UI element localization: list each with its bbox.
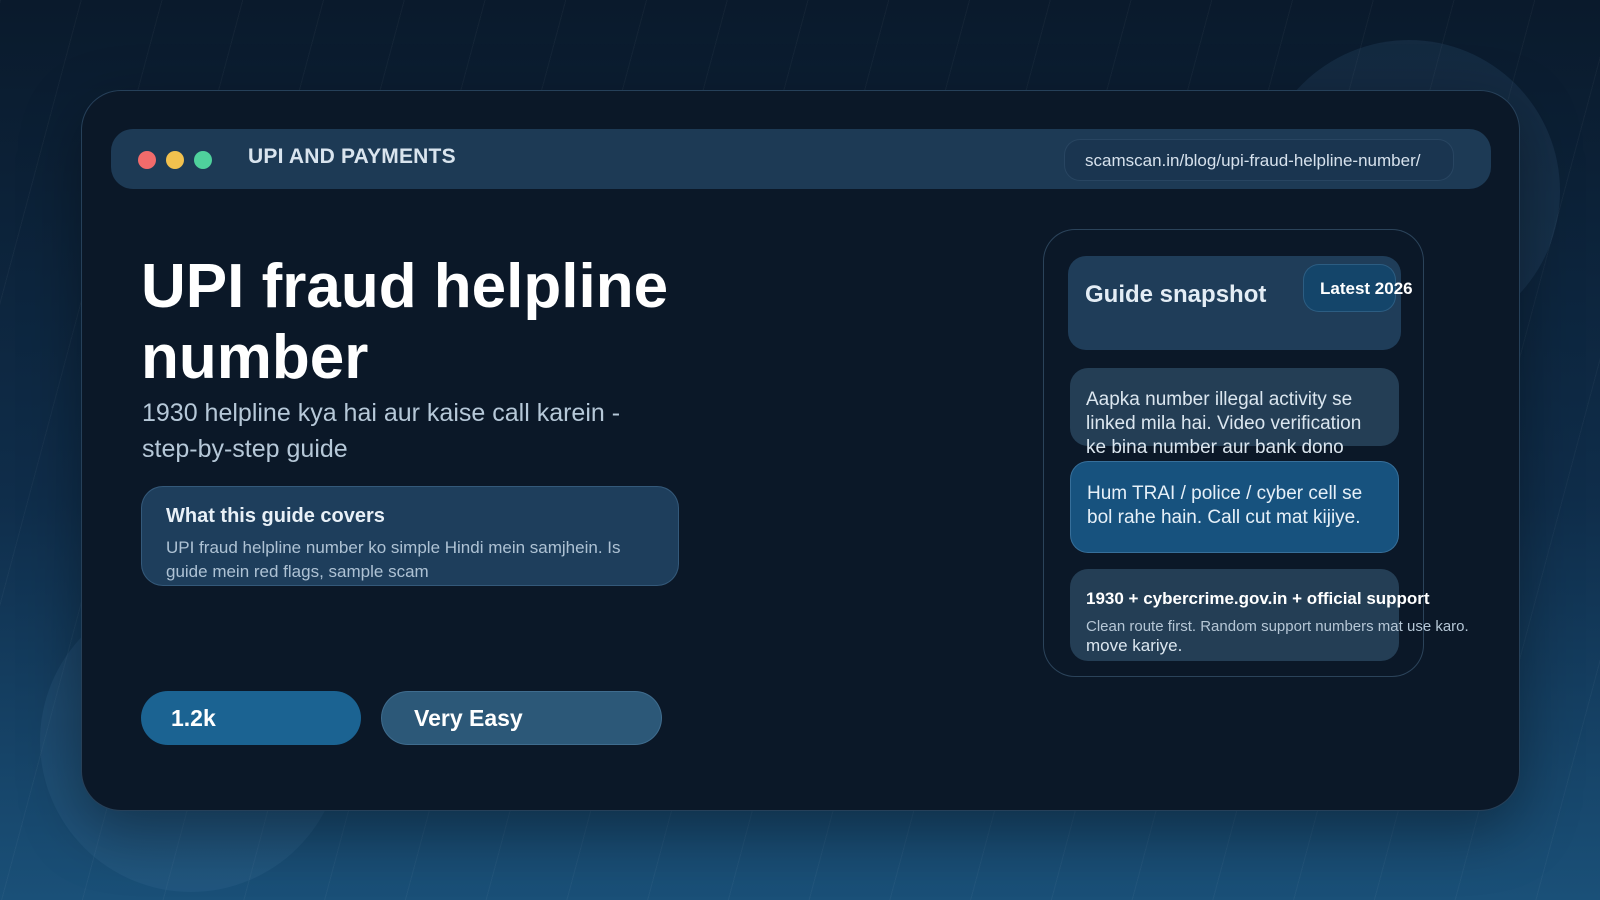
covers-text: UPI fraud helpline number ko simple Hind… [166, 538, 621, 581]
scam-message-card: Aapka number illegal activity se linked … [1070, 368, 1399, 458]
page-title: UPI fraud helpline number [141, 252, 669, 392]
latest-badge: Latest 2026 [1303, 264, 1413, 312]
official-route-subtitle: Clean route first. Random support number… [1086, 618, 1469, 635]
url-bar[interactable]: scamscan.in/blog/upi-fraud-helpline-numb… [1064, 139, 1454, 181]
page-subtitle: 1930 helpline kya hai aur kaise call kar… [142, 399, 621, 463]
minimize-window-dot[interactable] [166, 151, 184, 169]
difficulty-chip: Very Easy [381, 691, 662, 745]
category-label: UPI AND PAYMENTS [248, 145, 456, 168]
guide-snapshot-panel: Guide snapshot Latest 2026 Aapka number … [1043, 229, 1469, 677]
covers-title: What this guide covers [166, 505, 385, 527]
snapshot-title: Guide snapshot [1085, 281, 1267, 308]
scam-message-text: Aapka number illegal activity se linked … [1086, 389, 1362, 458]
scam-message-text: Hum TRAI / police / cyber cell se bol ra… [1087, 483, 1363, 528]
snapshot-header: Guide snapshot Latest 2026 [1068, 256, 1413, 350]
views-chip: 1.2k [141, 691, 361, 745]
official-route-card: 1930 + cybercrime.gov.in + official supp… [1070, 569, 1469, 661]
official-route-tail: move kariye. [1086, 636, 1183, 655]
window-toolbar: UPI AND PAYMENTS scamscan.in/blog/upi-fr… [111, 129, 1491, 189]
scam-message-card-highlight: Hum TRAI / police / cyber cell se bol ra… [1070, 461, 1399, 553]
main-card: UPI AND PAYMENTS scamscan.in/blog/upi-fr… [81, 90, 1520, 811]
official-route-title: 1930 + cybercrime.gov.in + official supp… [1086, 589, 1430, 608]
close-window-dot[interactable] [138, 151, 156, 169]
maximize-window-dot[interactable] [194, 151, 212, 169]
guide-covers-box: What this guide covers UPI fraud helplin… [141, 486, 679, 586]
